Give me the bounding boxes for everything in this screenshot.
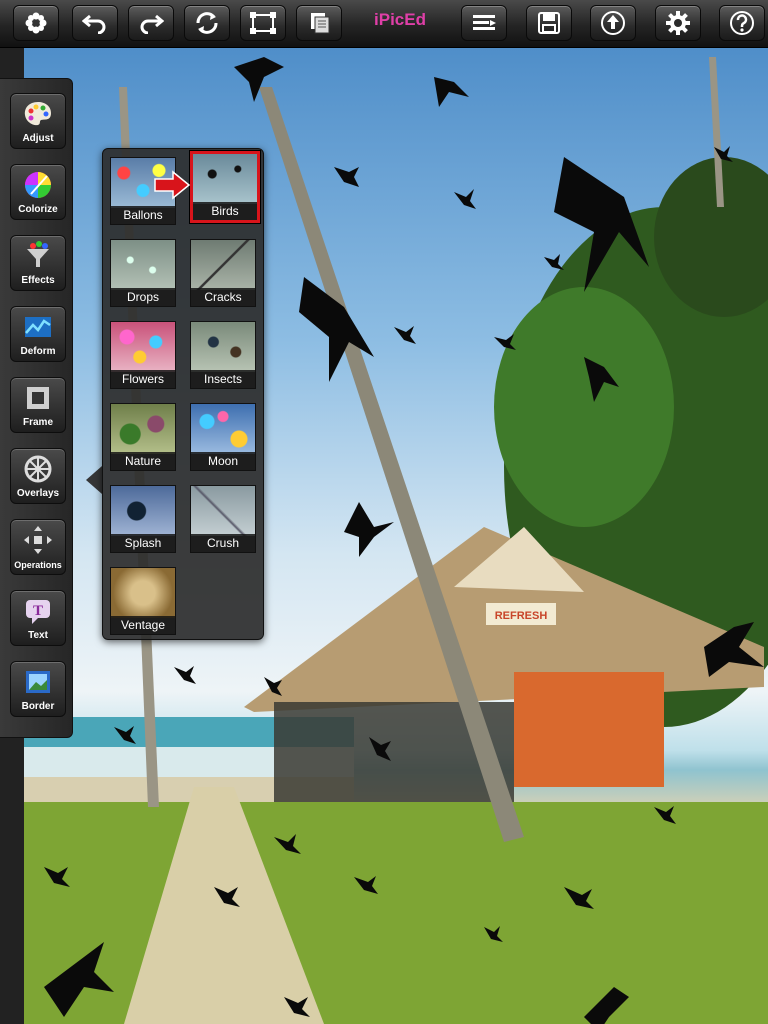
- border-icon: [26, 671, 50, 693]
- overlay-thumb-image: [111, 486, 175, 536]
- overlay-thumb-image: [111, 568, 175, 618]
- hut-sign-text: REFRESH: [495, 610, 548, 622]
- compare-button[interactable]: [461, 5, 507, 41]
- compare-icon: [473, 15, 496, 30]
- overlay-insects[interactable]: Insects: [190, 321, 256, 389]
- palette-icon: [24, 102, 51, 126]
- arrows-icon: [24, 526, 52, 554]
- colorize-tool-button[interactable]: Colorize: [10, 164, 66, 220]
- colorize-tool-label: Colorize: [18, 204, 58, 215]
- text-tool-label: Text: [28, 630, 48, 641]
- funnel-icon: [27, 241, 49, 267]
- overlay-thumb-image: [191, 486, 255, 536]
- overlay-thumb-image: [191, 404, 255, 454]
- rotate-icon: [196, 12, 218, 34]
- text-tool-button[interactable]: T Text: [10, 590, 66, 646]
- floppy-icon: [538, 12, 560, 34]
- question-icon: [730, 11, 754, 35]
- operations-tool-button[interactable]: Operations: [10, 519, 66, 575]
- border-tool-label: Border: [21, 701, 55, 712]
- tree-foliage-mid: [494, 287, 674, 527]
- wheel-icon: [24, 455, 52, 483]
- overlay-label: Drops: [111, 288, 175, 306]
- operations-tool-label: Operations: [14, 560, 62, 570]
- wave-icon: [25, 317, 51, 337]
- layers-button[interactable]: [296, 5, 342, 41]
- overlay-label: Insects: [191, 370, 255, 388]
- text-bubble-icon: T: [26, 600, 50, 624]
- selection-arrow-icon: [154, 170, 191, 200]
- share-button[interactable]: [590, 5, 636, 41]
- tool-panel: Adjust Colorize Effects Deform Frame Ove…: [0, 78, 73, 738]
- overlays-tool-label: Overlays: [16, 488, 60, 499]
- gear-icon: [666, 11, 690, 35]
- overlay-label: Ventage: [111, 616, 175, 634]
- deform-tool-button[interactable]: Deform: [10, 306, 66, 362]
- svg-text:T: T: [33, 603, 43, 619]
- overlay-label: Ballons: [111, 206, 175, 224]
- overlay-label: Splash: [111, 534, 175, 552]
- upload-icon: [601, 11, 625, 35]
- undo-icon: [82, 14, 106, 34]
- settings-button[interactable]: [655, 5, 701, 41]
- overlay-label: Moon: [191, 452, 255, 470]
- overlay-crush[interactable]: Crush: [190, 485, 256, 553]
- frame-tool-label: Frame: [22, 417, 53, 428]
- deform-tool-label: Deform: [20, 346, 56, 357]
- flower-menu-button[interactable]: [13, 5, 59, 41]
- help-button[interactable]: [719, 5, 765, 41]
- rotate-button[interactable]: [184, 5, 230, 41]
- hut-wall: [514, 672, 664, 787]
- overlays-popup: Ballons Birds Drops Cracks Flowers Insec…: [102, 148, 264, 640]
- overlay-flowers[interactable]: Flowers: [110, 321, 176, 389]
- overlay-thumb-image: [191, 322, 255, 372]
- border-tool-button[interactable]: Border: [10, 661, 66, 717]
- frame-tool-button[interactable]: Frame: [10, 377, 66, 433]
- effects-tool-button[interactable]: Effects: [10, 235, 66, 291]
- redo-icon: [140, 14, 164, 34]
- effects-tool-label: Effects: [21, 275, 55, 286]
- overlay-thumb-image: [111, 404, 175, 454]
- overlay-nature[interactable]: Nature: [110, 403, 176, 471]
- crop-button[interactable]: [240, 5, 286, 41]
- top-toolbar: iPicEd: [0, 0, 768, 48]
- overlays-tool-button[interactable]: Overlays: [10, 448, 66, 504]
- overlay-label: Birds: [193, 202, 257, 220]
- overlay-thumb-image: [111, 240, 175, 290]
- overlay-ventage[interactable]: Ventage: [110, 567, 176, 635]
- adjust-tool-label: Adjust: [22, 133, 54, 144]
- overlay-thumb-image: [193, 154, 257, 204]
- flower-icon: [25, 12, 47, 34]
- undo-button[interactable]: [72, 5, 118, 41]
- overlay-splash[interactable]: Splash: [110, 485, 176, 553]
- overlay-moon[interactable]: Moon: [190, 403, 256, 471]
- color-wheel-icon: [25, 172, 51, 198]
- overlay-birds[interactable]: Birds: [190, 151, 260, 223]
- frame-icon: [27, 387, 49, 409]
- adjust-tool-button[interactable]: Adjust: [10, 93, 66, 149]
- popup-pointer: [86, 466, 102, 494]
- overlay-label: Flowers: [111, 370, 175, 388]
- crop-icon: [250, 12, 276, 34]
- app-title: iPicEd: [374, 10, 426, 29]
- overlay-thumb-image: [191, 240, 255, 290]
- overlay-thumb-image: [111, 322, 175, 372]
- overlay-label: Crush: [191, 534, 255, 552]
- overlay-label: Nature: [111, 452, 175, 470]
- save-button[interactable]: [526, 5, 572, 41]
- layers-icon: [311, 13, 330, 34]
- overlay-drops[interactable]: Drops: [110, 239, 176, 307]
- overlay-label: Cracks: [191, 288, 255, 306]
- overlay-cracks[interactable]: Cracks: [190, 239, 256, 307]
- redo-button[interactable]: [128, 5, 174, 41]
